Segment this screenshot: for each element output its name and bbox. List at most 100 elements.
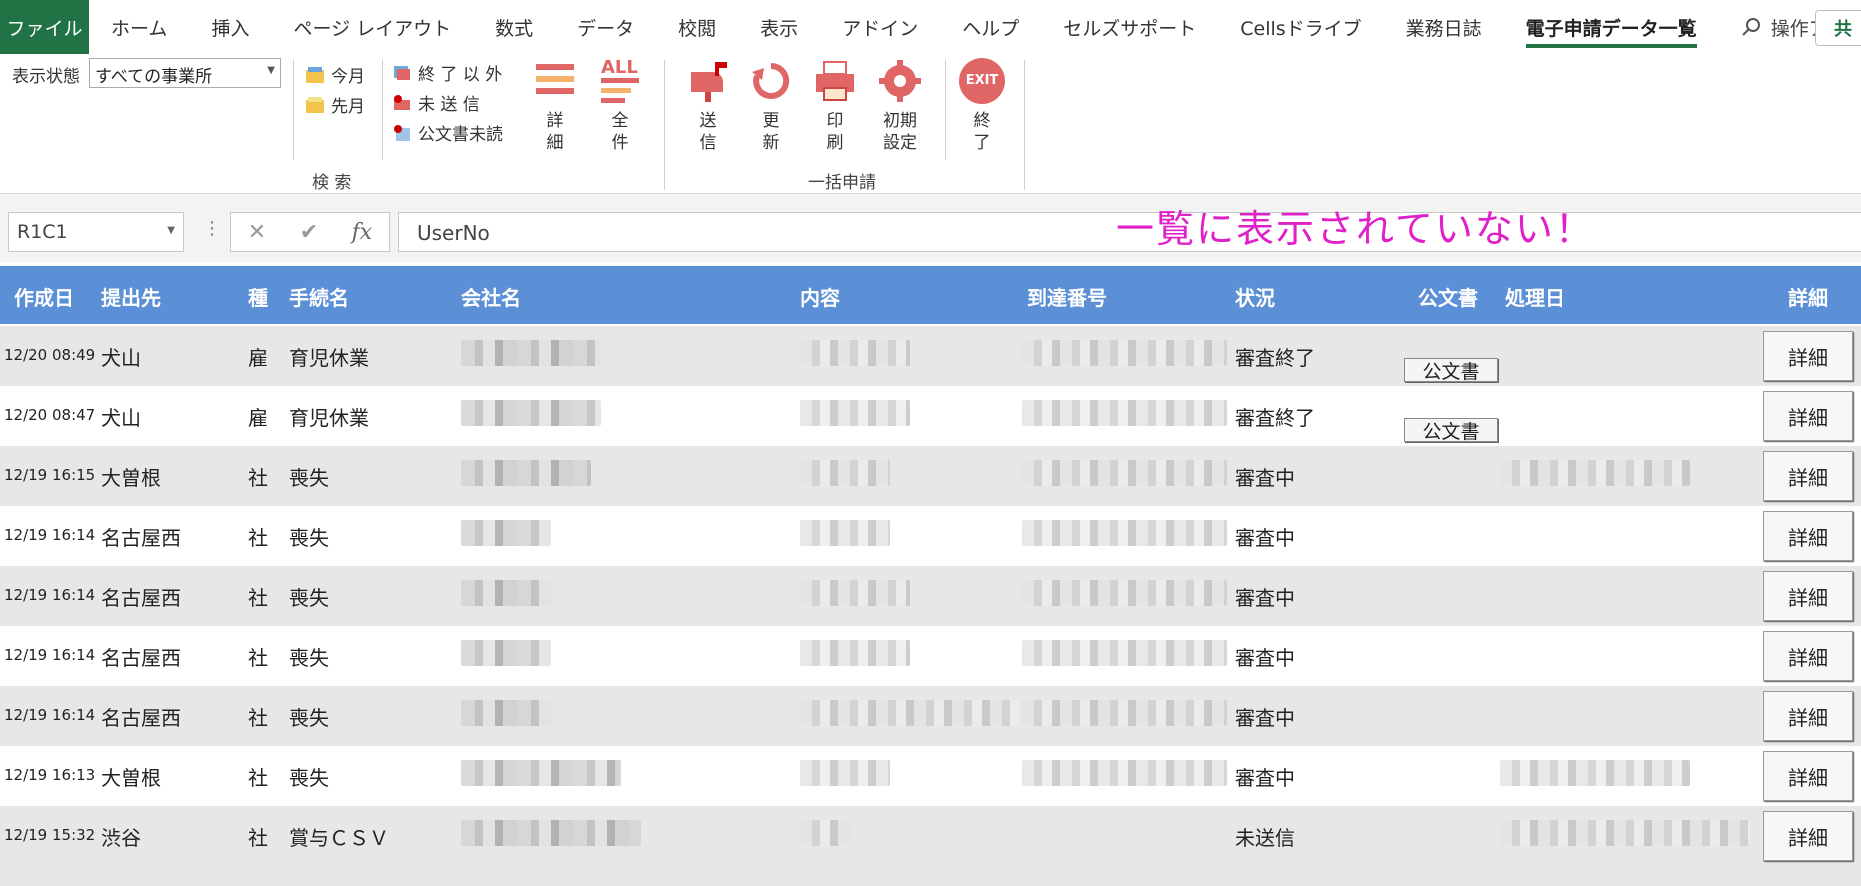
tab-home[interactable]: ホーム — [89, 0, 189, 54]
unsent-button[interactable]: 未 送 信 — [392, 90, 480, 115]
unread-document-icon — [394, 124, 410, 141]
all-items-button[interactable]: ALL 全 件 — [595, 57, 645, 154]
ribbon-tabs: ファイル ホーム 挿入 ページ レイアウト 数式 データ 校閲 表示 アドイン … — [0, 0, 1861, 54]
refresh-button[interactable]: 更 新 — [746, 58, 796, 154]
office-filter-select[interactable]: すべての事業所 ▼ — [89, 58, 281, 88]
tab-data[interactable]: データ — [555, 0, 656, 54]
doc-unread-button[interactable]: 公文書未読 — [392, 120, 503, 145]
cell-kind: 社 — [248, 526, 268, 550]
detail-view-button[interactable]: 詳 細 — [530, 58, 580, 154]
redacted-company — [461, 820, 641, 846]
detail-button[interactable]: 詳細 — [1763, 391, 1853, 441]
tab-cells-drive[interactable]: Cellsドライブ — [1218, 0, 1383, 54]
tab-page-layout[interactable]: ページ レイアウト — [271, 0, 473, 54]
cell-created-date: 12/19 16:14 — [4, 646, 96, 664]
send-button[interactable]: 送 信 — [683, 58, 733, 154]
detail-button[interactable]: 詳細 — [1763, 631, 1853, 681]
cell-status: 審査終了 — [1235, 346, 1315, 370]
tab-label: セルズサポート — [1063, 17, 1197, 40]
cell-procedure: 育児休業 — [289, 346, 369, 370]
tab-label: ファイル — [6, 17, 83, 40]
all-items-label: 全 件 — [611, 111, 629, 154]
detail-button[interactable]: 詳細 — [1763, 331, 1853, 381]
table-row-partial — [0, 866, 1861, 886]
cell-destination: 犬山 — [101, 346, 141, 370]
redacted-content — [800, 520, 890, 546]
table-row: 12/19 16:14 名古屋西 社喪失 審査中 詳細 — [0, 506, 1861, 566]
insert-function-icon[interactable]: fx — [352, 220, 373, 245]
tab-work-diary[interactable]: 業務日誌 — [1384, 0, 1504, 54]
redacted-company — [461, 340, 601, 366]
tab-label: ホーム — [111, 17, 168, 40]
tab-review[interactable]: 校閲 — [656, 0, 738, 54]
tab-help[interactable]: ヘルプ — [940, 0, 1041, 54]
header-procedure: 手続名 — [289, 286, 349, 310]
detail-button[interactable]: 詳細 — [1763, 571, 1853, 621]
enter-icon[interactable]: ✔ — [300, 220, 318, 245]
detail-button[interactable]: 詳細 — [1763, 511, 1853, 561]
cell-procedure: 喪失 — [289, 706, 329, 730]
detail-button[interactable]: 詳細 — [1763, 751, 1853, 801]
printer-icon — [816, 61, 854, 101]
cell-kind: 社 — [248, 826, 268, 850]
tab-insert[interactable]: 挿入 — [189, 0, 271, 54]
unsent-mail-icon — [394, 94, 410, 110]
cell-created-date: 12/19 16:14 — [4, 706, 96, 724]
chevron-down-icon: ▼ — [167, 225, 175, 236]
this-month-button[interactable]: 今月 — [305, 62, 365, 87]
cell-kind: 社 — [248, 646, 268, 670]
detail-button[interactable]: 詳細 — [1763, 811, 1853, 861]
redacted-processed-date — [1500, 760, 1690, 786]
tab-cells-support[interactable]: セルズサポート — [1041, 0, 1218, 54]
cell-destination: 名古屋西 — [101, 526, 181, 550]
more-options-icon[interactable]: ⋮ — [203, 218, 221, 239]
redacted-company — [461, 760, 621, 786]
not-finished-button[interactable]: 終 了 以 外 — [392, 60, 502, 85]
gear-icon — [879, 60, 921, 102]
exit-button[interactable]: EXIT 終 了 — [957, 58, 1007, 154]
redacted-arrival-number — [1022, 760, 1227, 786]
table-row: 12/19 16:14 名古屋西 社喪失 審査中 詳細 — [0, 566, 1861, 626]
name-box[interactable]: R1C1 ▼ — [8, 212, 184, 252]
redacted-company — [461, 460, 591, 486]
last-month-label: 先月 — [331, 97, 365, 117]
redacted-arrival-number — [1022, 400, 1227, 426]
table-row: 12/19 15:32 渋谷 社賞与ＣＳＶ 未送信 詳細 — [0, 806, 1861, 866]
tab-label: 校閲 — [678, 17, 717, 40]
share-button[interactable]: 共 — [1815, 10, 1861, 46]
cell-destination: 名古屋西 — [101, 706, 181, 730]
annotation-text: 一覧に表示されていない！ — [1116, 207, 1595, 251]
tab-e-application-list[interactable]: 電子申請データ一覧 — [1504, 0, 1719, 54]
refresh-label: 更 新 — [762, 111, 780, 154]
header-detail: 詳細 — [1788, 286, 1828, 310]
tab-label: アドイン — [842, 17, 919, 40]
official-document-label: 公文書 — [1422, 360, 1480, 383]
detail-button[interactable]: 詳細 — [1763, 691, 1853, 741]
redacted-content — [800, 700, 1020, 726]
detail-label: 詳細 — [1788, 585, 1828, 610]
exit-label: 終 了 — [973, 111, 991, 154]
cell-kind: 社 — [248, 766, 268, 790]
initial-settings-label: 初期 設定 — [883, 111, 917, 154]
detail-label: 詳細 — [1788, 525, 1828, 550]
initial-settings-button[interactable]: 初期 設定 — [875, 58, 925, 154]
official-document-button[interactable]: 公文書 — [1404, 358, 1498, 383]
tab-addins[interactable]: アドイン — [820, 0, 940, 54]
official-document-button[interactable]: 公文書 — [1404, 418, 1498, 443]
cancel-icon[interactable]: ✕ — [248, 220, 266, 245]
print-button[interactable]: 印 刷 — [810, 58, 860, 154]
tab-label: ページ レイアウト — [293, 17, 452, 40]
last-month-button[interactable]: 先月 — [305, 92, 365, 117]
exit-icon-text: EXIT — [965, 72, 999, 88]
unsent-label: 未 送 信 — [418, 95, 480, 115]
formula-buttons: ✕ ✔ fx — [230, 212, 390, 252]
tab-file[interactable]: ファイル — [0, 0, 89, 54]
redacted-content — [800, 340, 910, 366]
detail-button[interactable]: 詳細 — [1763, 451, 1853, 501]
tab-formulas[interactable]: 数式 — [473, 0, 555, 54]
tab-view[interactable]: 表示 — [738, 0, 820, 54]
cell-kind: 社 — [248, 706, 268, 730]
redacted-arrival-number — [1022, 640, 1227, 666]
redacted-arrival-number — [1022, 700, 1227, 726]
cell-procedure: 喪失 — [289, 646, 329, 670]
